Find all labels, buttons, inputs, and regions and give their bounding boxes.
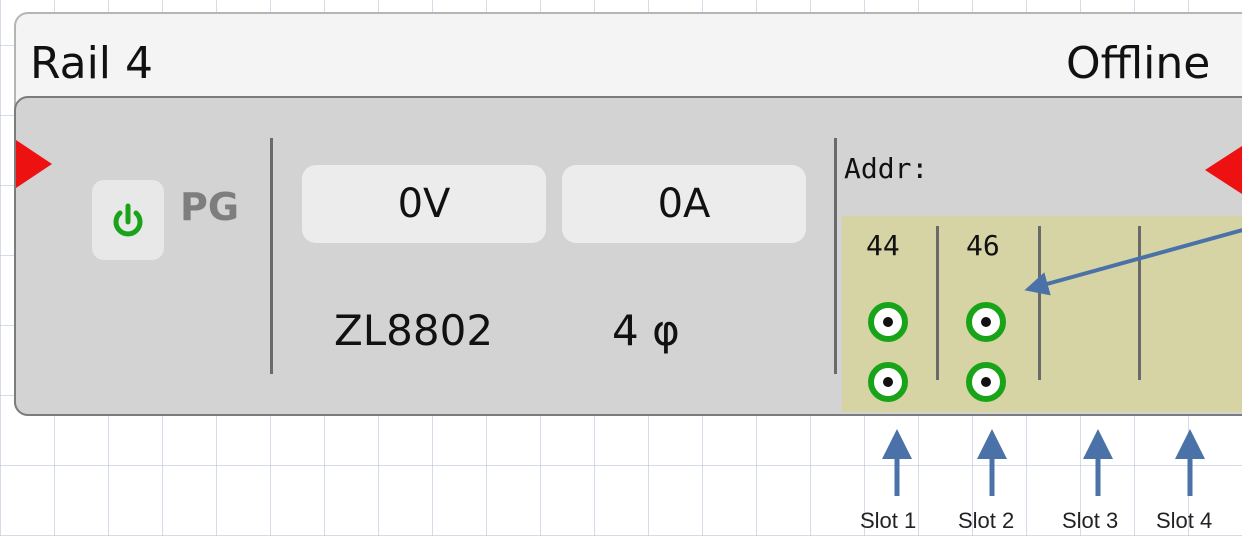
annotation-arrows [882,228,1242,496]
slot-3-label: Slot 3 [1062,508,1119,533]
slot-2-label: Slot 2 [958,508,1015,533]
address-pointer-arrow-icon [1024,228,1242,296]
slot-4-label: Slot 4 [1156,508,1213,533]
slot-1-label: Slot 1 [860,508,917,533]
